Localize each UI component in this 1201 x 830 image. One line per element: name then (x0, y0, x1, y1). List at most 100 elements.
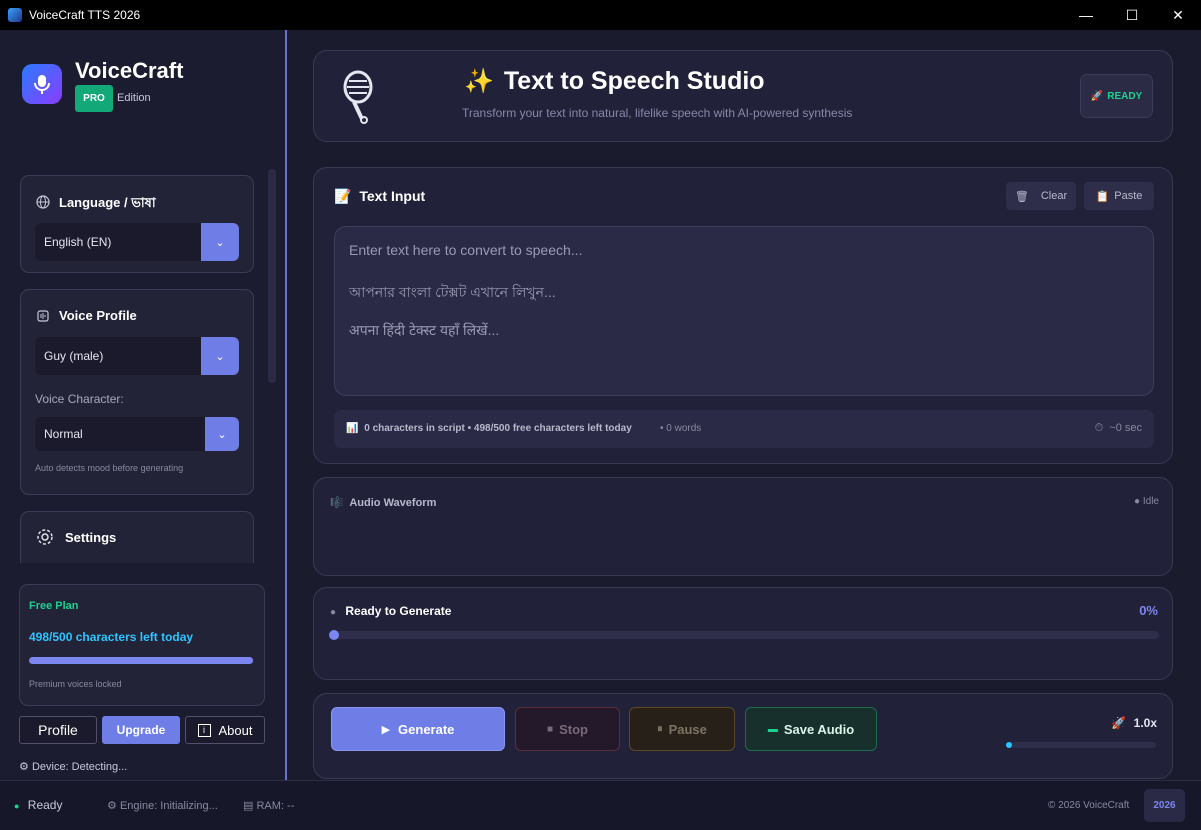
text-stats-bar: 📊 0 characters in script • 498/500 free … (334, 410, 1154, 448)
about-button[interactable]: i About (185, 716, 265, 744)
settings-card[interactable]: Settings (20, 511, 254, 563)
device-icon: ⚙ (19, 761, 29, 773)
save-icon: ▬ (767, 723, 778, 735)
page-title: ✨ Text to Speech Studio (464, 67, 765, 96)
text-input-title: 📝 Text Input (334, 188, 425, 205)
chevron-down-icon[interactable]: ⌄ (201, 223, 239, 261)
stop-label: Stop (559, 721, 588, 737)
plan-usage-fill (29, 657, 254, 664)
speed-value: 1.0x (1133, 716, 1157, 730)
trash-icon: 🗑 (1014, 190, 1029, 203)
engine-icon: ⚙ (107, 800, 117, 812)
generate-button[interactable]: ▶ Generate (331, 707, 505, 751)
window-controls: — ☐ ✕ (1063, 0, 1201, 30)
progress-panel: ● Ready to Generate 0% (313, 587, 1173, 680)
clear-button[interactable]: 🗑 Clear (1006, 182, 1076, 210)
brand-name: VoiceCraft (75, 58, 184, 83)
pro-badge: PRO (75, 85, 113, 112)
device-status: ⚙ Device: Detecting... (19, 760, 127, 773)
profile-button[interactable]: Profile (19, 716, 97, 744)
timer-icon: ⏱ (1094, 422, 1104, 434)
edition-label: Edition (117, 92, 151, 104)
language-card: Language / ভাষা English (EN) ⌄ (20, 175, 254, 273)
engine-status-text: Engine: Initializing... (119, 800, 218, 812)
voice-select[interactable]: Guy (male) ⌄ (35, 337, 239, 375)
status-badge-text: READY (1107, 90, 1143, 102)
globe-icon (36, 195, 50, 212)
waveform-status: ● Idle (1134, 496, 1159, 507)
save-audio-button[interactable]: ▬ Save Audio (745, 707, 877, 751)
plan-remaining: 498/500 characters left today (29, 630, 194, 644)
progress-title: ● Ready to Generate (330, 604, 451, 618)
sidebar: VoiceCraft PRO Edition Language / ভাষা E… (0, 30, 287, 780)
window-title: VoiceCraft TTS 2026 (29, 8, 141, 22)
paste-button[interactable]: 📋 Paste (1084, 182, 1154, 210)
app-icon (8, 8, 22, 22)
music-icon: 🎼 (330, 497, 344, 509)
progress-bar (329, 630, 1159, 640)
status-dot-icon: ● (14, 801, 20, 811)
close-button[interactable]: ✕ (1155, 0, 1201, 30)
placeholder-line: अपना हिंदी टेक्स्ट यहाँ लिखें... (349, 322, 500, 338)
status-dot-icon: ● (330, 607, 337, 618)
speed-slider[interactable] (1006, 742, 1156, 748)
pause-icon: ⏸ (657, 722, 663, 735)
rocket-icon: 🚀 (1090, 90, 1104, 102)
voice-character-value: Normal (44, 427, 83, 441)
language-select[interactable]: English (EN) ⌄ (35, 223, 239, 261)
plan-usage-bar (29, 657, 254, 664)
text-input-panel: 📝 Text Input 🗑 Clear 📋 Paste Enter text … (313, 167, 1173, 464)
chevron-down-icon[interactable]: ⌄ (201, 337, 239, 375)
duration-text: ~0 sec (1109, 422, 1142, 434)
gear-icon (36, 528, 54, 549)
play-icon: ▶ (381, 723, 391, 736)
chevron-down-icon[interactable]: ⌄ (205, 417, 239, 451)
engine-status: ⚙ Engine: Initializing... (107, 799, 218, 812)
upgrade-button[interactable]: Upgrade (102, 716, 180, 744)
ram-status: ▤ RAM: -- (243, 799, 294, 812)
duration-estimate: ⏱ ~0 sec (1095, 422, 1142, 435)
rocket-icon: 🚀 (1111, 716, 1127, 730)
text-input-field[interactable]: Enter text here to convert to speech... … (334, 226, 1154, 396)
save-audio-label: Save Audio (783, 721, 855, 737)
placeholder-line: Enter text here to convert to speech... (349, 242, 583, 258)
minimize-button[interactable]: — (1063, 0, 1109, 30)
waveform-title: 🎼 Audio Waveform (330, 496, 436, 509)
settings-title: Settings (65, 530, 117, 545)
text-input-title-text: Text Input (359, 188, 426, 204)
word-count: • 0 words (660, 423, 702, 434)
app-status-text: Ready (27, 798, 63, 812)
microphone-icon (334, 69, 384, 125)
plan-note: Premium voices locked (29, 679, 122, 689)
header-panel: ✨ Text to Speech Studio Transform your t… (313, 50, 1173, 142)
sidebar-scrollbar[interactable] (268, 169, 276, 383)
title-bar: VoiceCraft TTS 2026 — ☐ ✕ (0, 0, 1201, 30)
sparkle-icon: ✨ (464, 68, 494, 95)
voice-profile-title: Voice Profile (59, 308, 137, 323)
stop-button[interactable]: ■ Stop (515, 707, 620, 751)
progress-percent: 0% (1139, 603, 1158, 618)
clipboard-icon: 📋 (1095, 190, 1110, 203)
app-status: ● Ready (14, 798, 62, 812)
memory-icon: ▤ (243, 800, 254, 812)
action-panel: ▶ Generate ■ Stop ⏸ Pause ▬ Save Audio 🚀… (313, 693, 1173, 779)
stop-icon: ■ (547, 723, 554, 735)
maximize-button[interactable]: ☐ (1109, 0, 1155, 30)
status-bar: ● Ready ⚙ Engine: Initializing... ▤ RAM:… (0, 780, 1201, 830)
edit-icon: 📝 (334, 188, 352, 204)
voice-character-hint: Auto detects mood before generating (35, 463, 184, 473)
pause-button[interactable]: ⏸ Pause (629, 707, 735, 751)
paste-label: Paste (1114, 190, 1143, 202)
chart-icon: 📊 (346, 423, 359, 434)
voice-character-select[interactable]: Normal ⌄ (35, 417, 239, 451)
copyright: © 2026 VoiceCraft (1048, 800, 1130, 811)
speed-label: 🚀 1.0x (1111, 716, 1157, 730)
page-subtitle: Transform your text into natural, lifeli… (462, 106, 853, 120)
language-title: Language / ভাষা (59, 195, 156, 210)
waveform-status-text: Idle (1142, 496, 1159, 507)
generate-label: Generate (398, 721, 455, 737)
waveform-panel: 🎼 Audio Waveform ● Idle (313, 477, 1173, 576)
voice-profile-card: Voice Profile Guy (male) ⌄ Voice Charact… (20, 289, 254, 495)
speed-slider-handle[interactable] (1006, 742, 1012, 748)
voice-value: Guy (male) (44, 349, 104, 363)
